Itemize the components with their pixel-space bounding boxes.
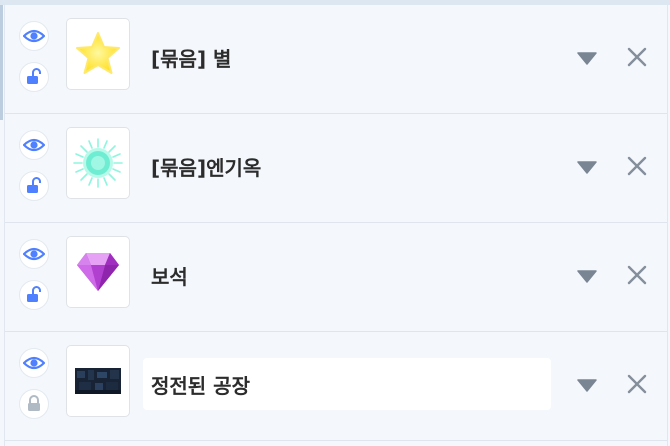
delete-object-button[interactable] (625, 372, 649, 396)
lock-toggle-button[interactable] (19, 62, 49, 92)
object-name-input[interactable]: 정전된 공장 (143, 358, 551, 410)
unlock-icon (27, 286, 41, 302)
object-name-label[interactable]: [묶음] 별 (143, 31, 551, 83)
object-menu-dropdown[interactable] (576, 377, 598, 393)
object-thumbnail (66, 127, 130, 199)
visibility-toggle-button[interactable] (19, 130, 49, 160)
close-icon (627, 156, 647, 176)
object-menu-dropdown[interactable] (576, 50, 598, 66)
object-thumbnail (66, 18, 130, 90)
delete-object-button[interactable] (625, 45, 649, 69)
object-menu-dropdown[interactable] (576, 268, 598, 284)
caret-down-icon (577, 270, 597, 283)
eye-icon (23, 356, 45, 370)
close-icon (627, 374, 647, 394)
caret-down-icon (577, 161, 597, 174)
lock-toggle-button[interactable] (19, 280, 49, 310)
star-icon (76, 32, 120, 74)
delete-object-button[interactable] (625, 263, 649, 287)
object-row-star[interactable]: [묶음] 별 (5, 5, 667, 114)
selection-accent (0, 5, 3, 120)
eye-icon (23, 247, 45, 261)
visibility-toggle-button[interactable] (19, 348, 49, 378)
delete-object-button[interactable] (625, 154, 649, 178)
object-menu-dropdown[interactable] (576, 159, 598, 175)
object-row-orb[interactable]: [묶음]엔기옥 (5, 114, 667, 223)
caret-down-icon (577, 52, 597, 65)
lock-icon (28, 395, 40, 411)
object-row-factory[interactable]: 정전된 공장 (5, 332, 667, 441)
visibility-toggle-button[interactable] (19, 239, 49, 269)
object-name-label[interactable]: [묶음]엔기옥 (143, 140, 551, 192)
eye-icon (23, 138, 45, 152)
object-list: [묶음] 별 [묶음]엔기옥 보석 정전된 공장 (4, 5, 668, 446)
unlock-icon (27, 68, 41, 84)
caret-down-icon (577, 379, 597, 392)
object-name-label[interactable]: 보석 (143, 249, 551, 301)
object-row-gem[interactable]: 보석 (5, 223, 667, 332)
close-icon (627, 47, 647, 67)
eye-icon (23, 29, 45, 43)
visibility-toggle-button[interactable] (19, 21, 49, 51)
lock-toggle-button[interactable] (19, 171, 49, 201)
object-thumbnail (66, 236, 130, 308)
energy-orb-icon (73, 138, 123, 188)
unlock-icon (27, 177, 41, 193)
gem-icon (77, 253, 119, 291)
object-thumbnail (66, 345, 130, 417)
close-icon (627, 265, 647, 285)
factory-scene-icon (75, 368, 121, 394)
lock-toggle-button[interactable] (19, 389, 49, 419)
